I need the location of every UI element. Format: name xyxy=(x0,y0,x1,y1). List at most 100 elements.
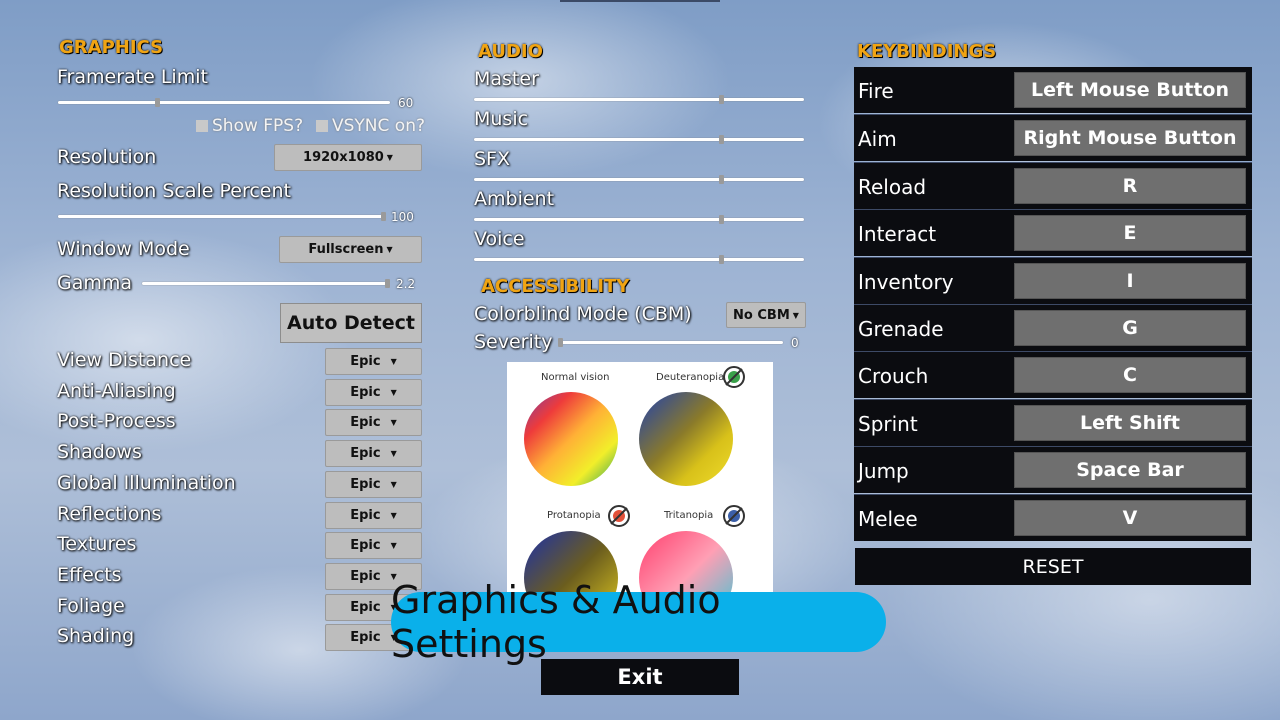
window-mode-label: Window Mode xyxy=(57,238,190,260)
quality-dropdown-global-illumination[interactable]: Epic ▼ xyxy=(325,470,422,498)
framerate-slider-thumb[interactable] xyxy=(154,98,160,107)
top-tab-indicator xyxy=(560,0,720,2)
chevron-down-icon: ▼ xyxy=(390,357,397,366)
keybinding-row-aim: Aim Right Mouse Button xyxy=(854,114,1252,162)
audio-master-thumb[interactable] xyxy=(718,95,724,104)
quality-dropdown-reflections[interactable]: Epic ▼ xyxy=(325,501,422,529)
quality-value: Epic xyxy=(350,599,381,615)
keybinding-row-interact: Interact E xyxy=(854,209,1252,257)
keybinding-action-label: Crouch xyxy=(858,364,929,389)
keybinding-key-button-crouch[interactable]: C xyxy=(1014,357,1246,394)
quality-label-post-process: Post-Process xyxy=(57,410,176,433)
keybinding-key-button-inventory[interactable]: I xyxy=(1014,262,1246,299)
quality-value: Epic xyxy=(350,415,381,431)
quality-dropdown-textures[interactable]: Epic ▼ xyxy=(325,532,422,560)
audio-music-label: Music xyxy=(474,108,529,130)
keybinding-action-label: Sprint xyxy=(858,411,918,436)
quality-value: Epic xyxy=(350,507,381,523)
resolution-dropdown[interactable]: 1920x1080 ▼ xyxy=(274,144,422,171)
colorblind-mode-dropdown[interactable]: No CBM ▼ xyxy=(726,302,806,328)
resolution-scale-label: Resolution Scale Percent xyxy=(57,180,291,202)
keybinding-key-button-interact[interactable]: E xyxy=(1014,215,1246,252)
keybinding-key-button-reload[interactable]: R xyxy=(1014,167,1246,204)
vsync-box[interactable] xyxy=(316,120,328,132)
keybindings-title: KEYBINDINGS xyxy=(857,41,997,62)
deuteranopia-wheel xyxy=(639,392,733,486)
keybinding-action-label: Grenade xyxy=(858,317,944,341)
keybinding-key-button-aim[interactable]: Right Mouse Button xyxy=(1014,120,1246,157)
keybinding-action-label: Reload xyxy=(858,174,927,199)
chevron-down-icon: ▼ xyxy=(390,479,397,489)
quality-label-reflections: Reflections xyxy=(57,502,162,525)
chevron-down-icon: ▼ xyxy=(386,153,393,162)
audio-ambient-label: Ambient xyxy=(474,188,555,210)
quality-value: Epic xyxy=(350,538,381,554)
quality-dropdown-post-process[interactable]: Epic ▼ xyxy=(325,409,422,437)
audio-master-slider[interactable] xyxy=(474,95,804,104)
keybinding-row-sprint: Sprint Left Shift xyxy=(854,398,1252,446)
resolution-scale-slider[interactable] xyxy=(58,212,386,221)
keybinding-action-label: Aim xyxy=(858,127,897,152)
audio-music-thumb[interactable] xyxy=(718,135,724,144)
keybinding-row-reload: Reload R xyxy=(854,161,1252,209)
resolution-scale-thumb[interactable] xyxy=(381,212,386,221)
audio-voice-thumb[interactable] xyxy=(718,255,724,264)
audio-ambient-thumb[interactable] xyxy=(718,215,724,224)
quality-label-textures: Textures xyxy=(57,533,137,556)
chevron-down-icon: ▼ xyxy=(390,449,397,459)
keybinding-key-button-melee[interactable]: V xyxy=(1014,499,1246,536)
show-fps-box[interactable] xyxy=(196,120,208,132)
audio-music-slider[interactable] xyxy=(474,135,804,144)
keybinding-key-button-fire[interactable]: Left Mouse Button xyxy=(1014,72,1246,108)
keybinding-row-melee: Melee V xyxy=(854,493,1252,541)
window-mode-dropdown[interactable]: Fullscreen ▼ xyxy=(279,236,422,263)
gamma-slider-thumb[interactable] xyxy=(385,279,390,288)
framerate-slider[interactable] xyxy=(58,98,390,107)
quality-dropdown-shadows[interactable]: Epic ▼ xyxy=(325,440,422,468)
gamma-slider[interactable] xyxy=(142,279,390,288)
audio-voice-label: Voice xyxy=(474,228,525,250)
chevron-down-icon: ▼ xyxy=(390,418,397,428)
gamma-value: 2.2 xyxy=(396,277,416,291)
show-fps-checkbox[interactable]: Show FPS? xyxy=(196,116,303,136)
vsync-label: VSYNC on? xyxy=(332,116,425,136)
audio-title: AUDIO xyxy=(478,41,543,62)
audio-sfx-slider[interactable] xyxy=(474,175,804,184)
vsync-checkbox[interactable]: VSYNC on? xyxy=(316,116,425,136)
severity-slider[interactable] xyxy=(558,338,783,347)
framerate-value: 60 xyxy=(398,96,414,110)
reset-button[interactable]: RESET xyxy=(855,548,1251,585)
eye-blue-icon xyxy=(723,505,745,527)
quality-value: Epic xyxy=(350,630,381,646)
quality-value: Epic xyxy=(350,568,381,584)
audio-ambient-slider[interactable] xyxy=(474,215,804,224)
keybinding-key-button-jump[interactable]: Space Bar xyxy=(1014,452,1246,489)
eye-red-icon xyxy=(608,505,630,527)
quality-dropdown-view-distance[interactable]: Epic ▼ xyxy=(325,348,422,375)
keybinding-key-button-sprint[interactable]: Left Shift xyxy=(1014,404,1246,441)
colorblind-mode-value: No CBM xyxy=(733,307,790,323)
gamma-label: Gamma xyxy=(57,272,133,294)
keybinding-action-label: Fire xyxy=(858,79,894,103)
quality-label-shading: Shading xyxy=(57,625,135,648)
quality-value: Epic xyxy=(350,384,381,400)
keybindings-panel: Fire Left Mouse Button Aim Right Mouse Butt… xyxy=(854,67,1252,542)
page-title-banner: Graphics & Audio Settings xyxy=(391,578,886,666)
colorblind-mode-label: Colorblind Mode (CBM) xyxy=(474,303,692,325)
exit-button[interactable]: Exit xyxy=(541,659,739,695)
keybinding-row-crouch: Crouch C xyxy=(854,351,1252,399)
resolution-label: Resolution xyxy=(57,146,157,168)
resolution-scale-value: 100 xyxy=(391,210,414,224)
quality-label-shadows: Shadows xyxy=(57,441,142,464)
normal-vision-wheel xyxy=(524,392,618,486)
audio-voice-slider[interactable] xyxy=(474,255,804,264)
framerate-label: Framerate Limit xyxy=(57,66,208,88)
auto-detect-button[interactable]: Auto Detect xyxy=(280,303,422,343)
quality-dropdown-anti-aliasing[interactable]: Epic ▼ xyxy=(325,378,422,406)
keybinding-row-grenade: Grenade G xyxy=(854,304,1252,351)
severity-slider-thumb[interactable] xyxy=(558,338,563,347)
color-wheels-graphic xyxy=(524,366,745,594)
keybinding-key-button-grenade[interactable]: G xyxy=(1014,310,1246,346)
quality-label-foliage: Foliage xyxy=(57,594,125,617)
audio-sfx-thumb[interactable] xyxy=(718,175,724,184)
